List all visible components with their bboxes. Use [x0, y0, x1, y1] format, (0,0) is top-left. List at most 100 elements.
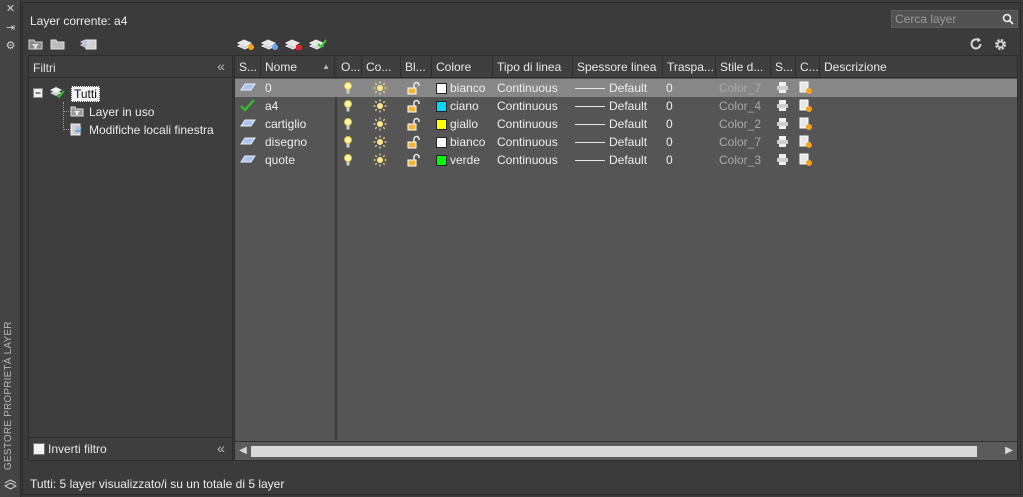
lightbulb-on-icon[interactable] [343, 135, 357, 149]
layer-name[interactable]: disegno [265, 133, 307, 151]
color-name[interactable]: bianco [450, 133, 485, 151]
column-header-name[interactable]: Nome ▲ [261, 56, 335, 78]
color-swatch[interactable] [436, 137, 447, 148]
padlock-unlocked-icon[interactable] [407, 153, 421, 167]
color-swatch[interactable] [436, 119, 447, 130]
scroll-thumb[interactable] [251, 446, 977, 457]
table-row[interactable]: 0 bianco Continuous Default 0 Color_7 [235, 79, 1017, 97]
layer-states-icon [79, 39, 97, 50]
transparency[interactable]: 0 [666, 151, 673, 169]
set-current-button[interactable] [308, 37, 327, 53]
sun-thawed-icon[interactable] [373, 135, 387, 149]
lightbulb-on-icon[interactable] [343, 81, 357, 95]
lineweight-sample [575, 142, 605, 143]
lineweight[interactable]: Default [609, 97, 647, 115]
horizontal-scrollbar[interactable]: ◀ ▶ [235, 441, 1017, 460]
lightbulb-on-icon[interactable] [343, 153, 357, 167]
column-header-color[interactable]: Colore [432, 56, 493, 78]
new-viewport-freeze-icon[interactable] [799, 81, 813, 95]
lineweight[interactable]: Default [609, 79, 647, 97]
color-name[interactable]: bianco [450, 79, 485, 97]
search-icon[interactable] [1002, 13, 1014, 25]
auto-hide-icon[interactable]: ⇥ [4, 22, 17, 35]
layer-name[interactable]: a4 [265, 97, 278, 115]
search-box[interactable] [891, 10, 1018, 28]
layer-name[interactable]: 0 [265, 79, 272, 97]
sun-thawed-icon[interactable] [373, 81, 387, 95]
layer-name[interactable]: quote [265, 151, 295, 169]
column-header-freeze[interactable]: Co... [362, 56, 401, 78]
plot-style: Color_2 [719, 117, 762, 131]
color-name[interactable]: verde [450, 151, 480, 169]
settings-button[interactable] [993, 37, 1011, 53]
color-name[interactable]: ciano [450, 97, 479, 115]
refresh-button[interactable] [969, 37, 987, 53]
column-header-plot[interactable]: S... [771, 56, 796, 78]
tree-item-label: Tutti [71, 86, 100, 102]
palette-properties-icon[interactable]: ⚙ [4, 40, 17, 53]
column-header-lineweight[interactable]: Spessore linea [573, 56, 663, 78]
padlock-unlocked-icon[interactable] [407, 99, 421, 113]
new-layer-vp-frozen-button[interactable] [260, 37, 279, 53]
layer-name[interactable]: cartiglio [265, 115, 306, 133]
transparency[interactable]: 0 [666, 115, 673, 133]
table-row[interactable]: disegno bianco Continuous Default 0 Color_7 [235, 133, 1017, 151]
table-row[interactable]: quote verde Continuous Default 0 Color_3 [235, 151, 1017, 169]
new-viewport-freeze-icon[interactable] [799, 99, 813, 113]
sun-thawed-icon[interactable] [373, 99, 387, 113]
color-name[interactable]: giallo [450, 115, 478, 133]
search-input[interactable] [892, 11, 1000, 27]
new-property-filter-button[interactable] [28, 37, 46, 53]
linetype[interactable]: Continuous [497, 79, 558, 97]
new-viewport-freeze-icon[interactable] [799, 153, 813, 167]
padlock-unlocked-icon[interactable] [407, 117, 421, 131]
transparency[interactable]: 0 [666, 79, 673, 97]
printer-icon[interactable] [776, 135, 790, 149]
lineweight[interactable]: Default [609, 151, 647, 169]
column-header-transparency[interactable]: Traspa... [663, 56, 716, 78]
new-group-filter-button[interactable] [50, 37, 68, 53]
column-header-linetype[interactable]: Tipo di linea [493, 56, 573, 78]
table-row[interactable]: cartiglio giallo Continuous Default 0 Color_2 [235, 115, 1017, 133]
printer-icon[interactable] [776, 117, 790, 131]
invert-filter-checkbox[interactable] [33, 443, 45, 455]
transparency[interactable]: 0 [666, 97, 673, 115]
new-viewport-freeze-icon[interactable] [799, 117, 813, 131]
lineweight[interactable]: Default [609, 133, 647, 151]
scroll-left-icon[interactable]: ◀ [236, 444, 250, 458]
collapse-filter-panel-button[interactable]: « [214, 59, 228, 74]
column-header-plot-style[interactable]: Stile d... [716, 56, 771, 78]
lightbulb-on-icon[interactable] [343, 117, 357, 131]
column-header-new-vp-freeze[interactable]: C... [796, 56, 820, 78]
scroll-right-icon[interactable]: ▶ [1002, 444, 1016, 458]
sun-thawed-icon[interactable] [373, 153, 387, 167]
column-header-lock[interactable]: Bl... [401, 56, 432, 78]
close-icon[interactable]: ✕ [4, 3, 17, 16]
transparency[interactable]: 0 [666, 133, 673, 151]
lineweight[interactable]: Default [609, 115, 647, 133]
linetype[interactable]: Continuous [497, 115, 558, 133]
color-swatch[interactable] [436, 83, 447, 94]
collapse-filter-footer-button[interactable]: « [214, 441, 228, 456]
printer-icon[interactable] [776, 153, 790, 167]
color-swatch[interactable] [436, 155, 447, 166]
column-header-status[interactable]: S... [235, 56, 261, 78]
padlock-unlocked-icon[interactable] [407, 81, 421, 95]
column-header-on[interactable]: O... [337, 56, 362, 78]
column-header-description[interactable]: Descrizione [820, 56, 1017, 78]
delete-layer-button[interactable] [284, 37, 303, 53]
lightbulb-on-icon[interactable] [343, 99, 357, 113]
linetype[interactable]: Continuous [497, 97, 558, 115]
printer-icon[interactable] [776, 81, 790, 95]
padlock-unlocked-icon[interactable] [407, 135, 421, 149]
tree-collapse-icon[interactable] [33, 88, 43, 98]
linetype[interactable]: Continuous [497, 133, 558, 151]
printer-icon[interactable] [776, 99, 790, 113]
layer-states-manager-button[interactable] [79, 37, 98, 53]
linetype[interactable]: Continuous [497, 151, 558, 169]
table-row[interactable]: a4 ciano Continuous Default 0 Color_4 [235, 97, 1017, 115]
sun-thawed-icon[interactable] [373, 117, 387, 131]
color-swatch[interactable] [436, 101, 447, 112]
new-viewport-freeze-icon[interactable] [799, 135, 813, 149]
new-layer-button[interactable] [236, 37, 255, 53]
